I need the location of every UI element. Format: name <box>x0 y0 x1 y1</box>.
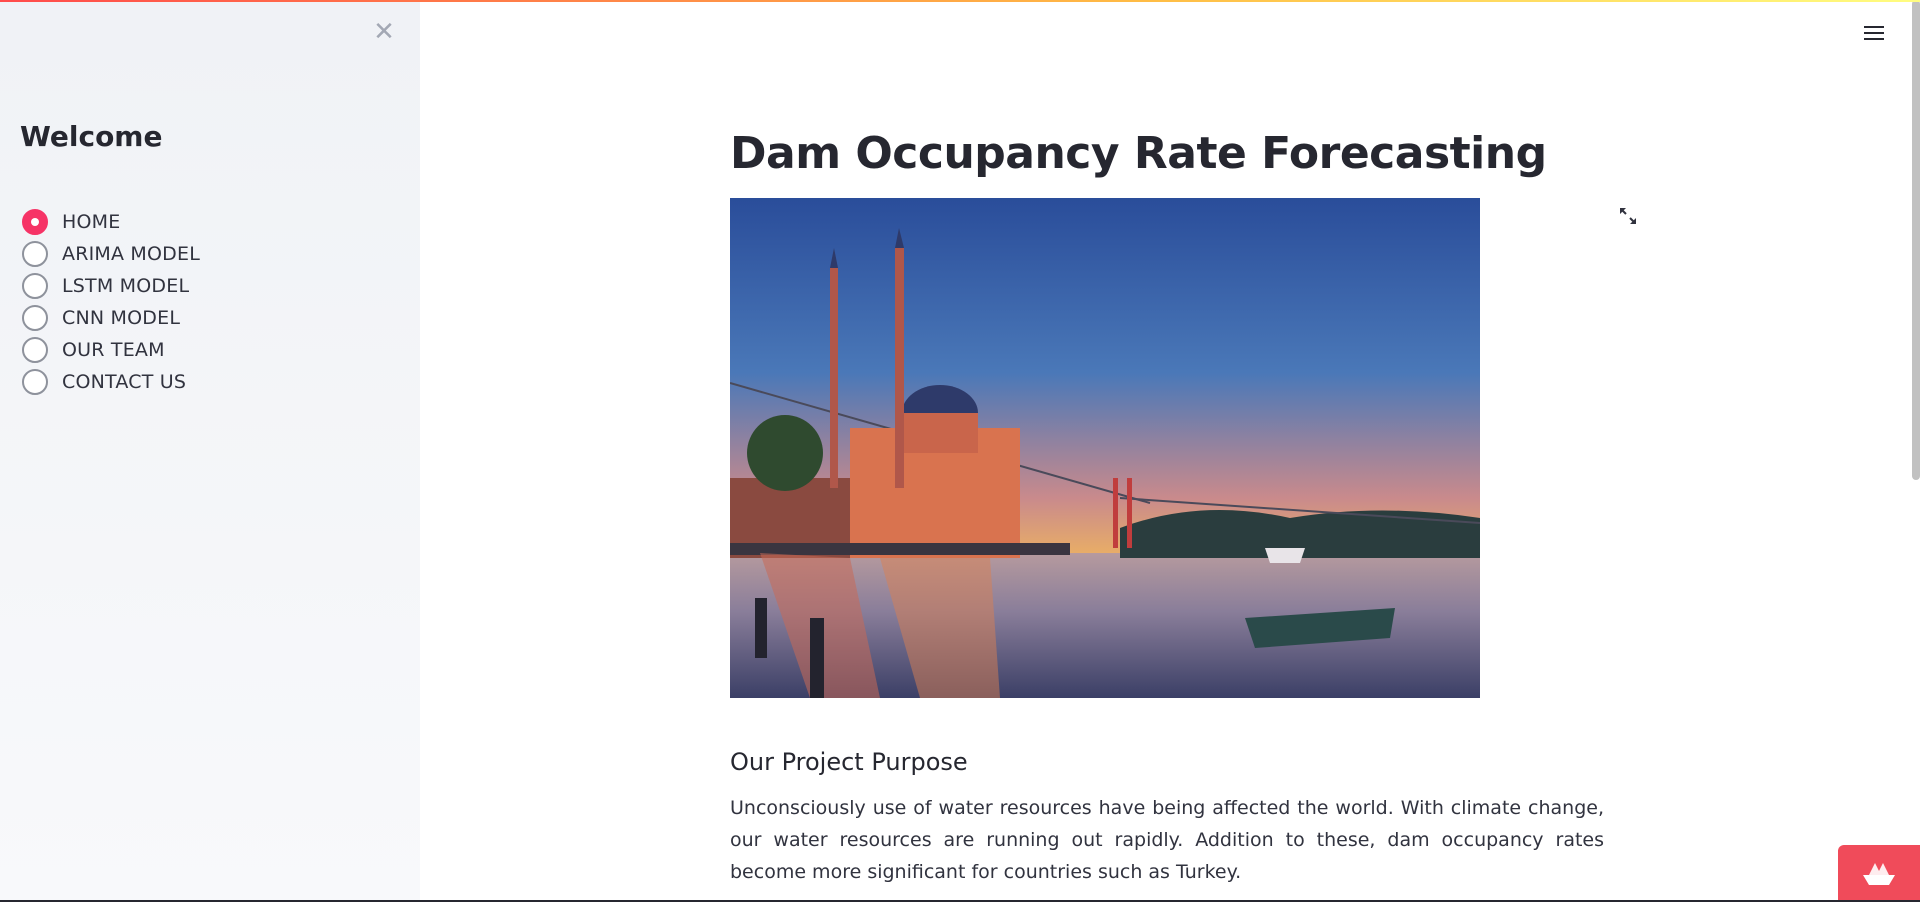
nav-item-cnn-model[interactable]: CNN MODEL <box>22 302 200 334</box>
hero-image-illustration <box>730 198 1480 698</box>
page-title: Dam Occupancy Rate Forecasting <box>730 128 1547 179</box>
nav-item-arima-model[interactable]: ARIMA MODEL <box>22 238 200 270</box>
radio-unchecked-icon[interactable] <box>22 369 48 395</box>
radio-checked-icon[interactable] <box>22 209 48 235</box>
nav-item-our-team[interactable]: OUR TEAM <box>22 334 200 366</box>
sidebar: ✕ Welcome HOME ARIMA MODEL LSTM MODEL CN… <box>0 0 420 902</box>
sidebar-title: Welcome <box>20 120 163 153</box>
streamlit-crown-badge[interactable] <box>1838 845 1920 902</box>
nav-item-label: CONTACT US <box>62 371 187 393</box>
section-heading: Our Project Purpose <box>730 748 968 776</box>
nav-item-label: ARIMA MODEL <box>62 243 201 265</box>
boat-icon <box>1863 862 1895 885</box>
top-decoration-strip <box>0 0 1920 2</box>
page-scrollbar[interactable] <box>1912 0 1920 480</box>
nav-item-home[interactable]: HOME <box>22 206 200 238</box>
radio-unchecked-icon[interactable] <box>22 337 48 363</box>
radio-unchecked-icon[interactable] <box>22 273 48 299</box>
hero-image-istanbul-mosque <box>730 198 1480 698</box>
close-icon[interactable]: ✕ <box>372 19 396 45</box>
nav-item-label: OUR TEAM <box>62 339 165 361</box>
radio-unchecked-icon[interactable] <box>22 241 48 267</box>
fullscreen-expand-icon[interactable] <box>1616 204 1640 228</box>
nav-item-label: HOME <box>62 211 121 233</box>
radio-unchecked-icon[interactable] <box>22 305 48 331</box>
nav-item-label: LSTM MODEL <box>62 275 190 297</box>
project-purpose-paragraph: Unconsciously use of water resources hav… <box>730 797 1604 883</box>
nav-radio-group: HOME ARIMA MODEL LSTM MODEL CNN MODEL OU… <box>22 206 200 398</box>
hamburger-menu-icon[interactable] <box>1862 22 1886 46</box>
nav-item-contact-us[interactable]: CONTACT US <box>22 366 200 398</box>
nav-item-label: CNN MODEL <box>62 307 181 329</box>
nav-item-lstm-model[interactable]: LSTM MODEL <box>22 270 200 302</box>
